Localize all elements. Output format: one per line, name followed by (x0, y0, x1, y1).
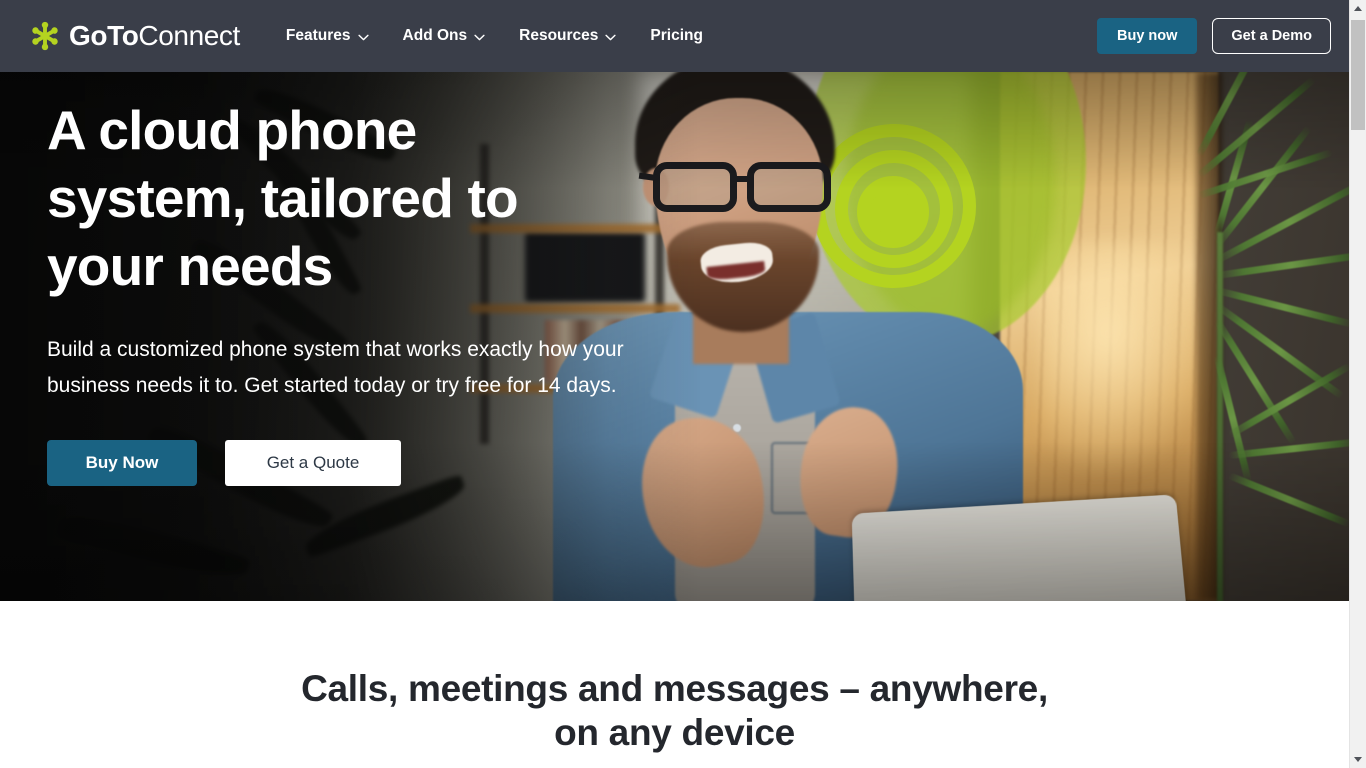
chevron-down-icon (357, 34, 369, 40)
brand-logo-link[interactable]: GoToConnect (30, 21, 240, 51)
browser-page: GoToConnect Features Add Ons Resources P… (0, 0, 1366, 768)
scroll-down-button[interactable] (1350, 751, 1366, 768)
goto-asterisk-logo-icon (32, 21, 58, 51)
hero-buy-now-button[interactable]: Buy Now (47, 440, 197, 486)
scroll-up-arrow-icon (1354, 6, 1362, 11)
main-navigation: Features Add Ons Resources Pricing (286, 28, 703, 44)
header-get-a-demo-button[interactable]: Get a Demo (1212, 18, 1331, 54)
scrollbar-thumb[interactable] (1351, 20, 1365, 130)
nav-label-features: Features (285, 27, 351, 45)
page-viewport: GoToConnect Features Add Ons Resources P… (0, 0, 1349, 768)
section-heading: Calls, meetings and messages – anywhere,… (301, 668, 1048, 753)
scroll-up-button[interactable] (1350, 0, 1366, 17)
chevron-down-icon (605, 34, 617, 40)
nav-item-resources[interactable]: Resources (519, 27, 617, 45)
nav-label-pricing: Pricing (650, 27, 703, 45)
vertical-scrollbar[interactable] (1349, 0, 1366, 768)
scroll-down-arrow-icon (1354, 757, 1362, 762)
nav-label-add-ons: Add Ons (402, 27, 468, 45)
header-actions: Buy now Get a Demo (1096, 18, 1331, 54)
nav-item-pricing[interactable]: Pricing (650, 28, 703, 44)
features-intro-section: Calls, meetings and messages – anywhere,… (0, 601, 1349, 755)
nav-label-resources: Resources (519, 27, 599, 45)
hero-cta-group: Buy Now Get a Quote (47, 440, 727, 486)
hero-title: A cloud phone system, tailored to your n… (47, 99, 519, 297)
nav-item-features[interactable]: Features (286, 28, 369, 44)
header-buy-now-button[interactable]: Buy now (1096, 18, 1198, 54)
hero-subtitle: Build a customized phone system that wor… (47, 338, 624, 397)
brand-name-strong: GoTo (69, 20, 139, 51)
hero-copy: A cloud phone system, tailored to your n… (47, 96, 727, 486)
brand-name-light: Connect (138, 20, 240, 51)
hero-banner: A cloud phone system, tailored to your n… (0, 72, 1349, 601)
site-header: GoToConnect Features Add Ons Resources P… (0, 0, 1349, 72)
hero-get-a-quote-button[interactable]: Get a Quote (225, 440, 401, 486)
brand-wordmark: GoToConnect (69, 22, 240, 50)
chevron-down-icon (474, 34, 485, 40)
nav-item-add-ons[interactable]: Add Ons (403, 28, 486, 44)
